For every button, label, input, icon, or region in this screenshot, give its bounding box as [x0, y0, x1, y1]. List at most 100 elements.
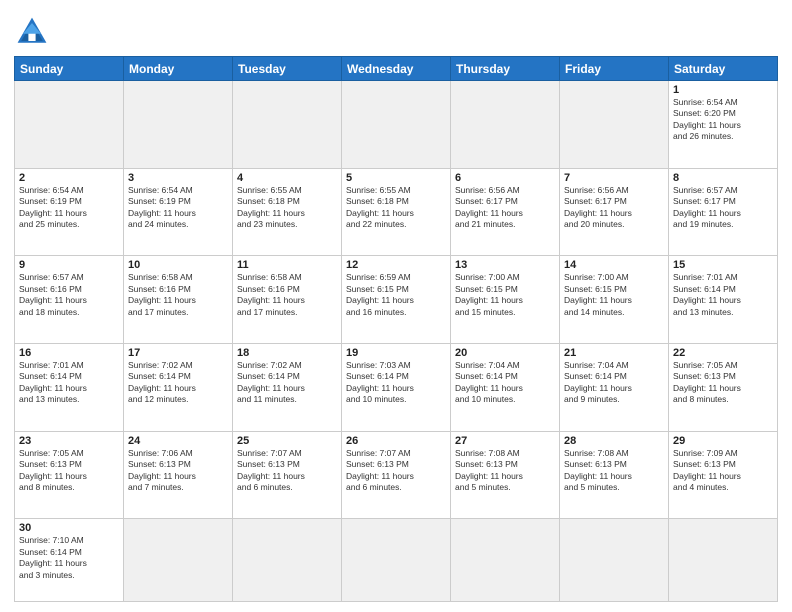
day-cell: [233, 519, 342, 602]
day-cell: 8Sunrise: 6:57 AMSunset: 6:17 PMDaylight…: [669, 168, 778, 256]
day-info: Sunrise: 7:06 AMSunset: 6:13 PMDaylight:…: [128, 448, 228, 494]
day-cell: [342, 81, 451, 169]
page: SundayMondayTuesdayWednesdayThursdayFrid…: [0, 0, 792, 612]
day-cell: 7Sunrise: 6:56 AMSunset: 6:17 PMDaylight…: [560, 168, 669, 256]
day-number: 18: [237, 347, 337, 359]
day-info: Sunrise: 6:57 AMSunset: 6:17 PMDaylight:…: [673, 185, 773, 231]
week-row-4: 16Sunrise: 7:01 AMSunset: 6:14 PMDayligh…: [15, 343, 778, 431]
weekday-wednesday: Wednesday: [342, 57, 451, 81]
day-number: 23: [19, 435, 119, 447]
day-number: 15: [673, 259, 773, 271]
week-row-3: 9Sunrise: 6:57 AMSunset: 6:16 PMDaylight…: [15, 256, 778, 344]
day-number: 5: [346, 172, 446, 184]
day-number: 2: [19, 172, 119, 184]
day-info: Sunrise: 7:05 AMSunset: 6:13 PMDaylight:…: [19, 448, 119, 494]
day-number: 14: [564, 259, 664, 271]
day-cell: 11Sunrise: 6:58 AMSunset: 6:16 PMDayligh…: [233, 256, 342, 344]
day-cell: 4Sunrise: 6:55 AMSunset: 6:18 PMDaylight…: [233, 168, 342, 256]
day-cell: [342, 519, 451, 602]
day-cell: 15Sunrise: 7:01 AMSunset: 6:14 PMDayligh…: [669, 256, 778, 344]
day-info: Sunrise: 6:56 AMSunset: 6:17 PMDaylight:…: [455, 185, 555, 231]
day-number: 24: [128, 435, 228, 447]
day-number: 10: [128, 259, 228, 271]
day-number: 29: [673, 435, 773, 447]
day-number: 8: [673, 172, 773, 184]
weekday-header-row: SundayMondayTuesdayWednesdayThursdayFrid…: [15, 57, 778, 81]
day-cell: [124, 81, 233, 169]
weekday-thursday: Thursday: [451, 57, 560, 81]
day-info: Sunrise: 7:07 AMSunset: 6:13 PMDaylight:…: [346, 448, 446, 494]
day-info: Sunrise: 6:58 AMSunset: 6:16 PMDaylight:…: [237, 272, 337, 318]
day-info: Sunrise: 6:55 AMSunset: 6:18 PMDaylight:…: [346, 185, 446, 231]
day-cell: 29Sunrise: 7:09 AMSunset: 6:13 PMDayligh…: [669, 431, 778, 519]
day-cell: 21Sunrise: 7:04 AMSunset: 6:14 PMDayligh…: [560, 343, 669, 431]
day-number: 9: [19, 259, 119, 271]
week-row-2: 2 Sunrise: 6:54 AMSunset: 6:19 PMDaylight…: [15, 168, 778, 256]
day-cell: [124, 519, 233, 602]
day-cell: 6Sunrise: 6:56 AMSunset: 6:17 PMDaylight…: [451, 168, 560, 256]
day-number: 1: [673, 84, 773, 96]
day-info: Sunrise: 7:09 AMSunset: 6:13 PMDaylight:…: [673, 448, 773, 494]
day-number: 3: [128, 172, 228, 184]
day-number: 26: [346, 435, 446, 447]
day-cell: 1Sunrise: 6:54 AMSunset: 6:20 PMDaylight…: [669, 81, 778, 169]
day-info: Sunrise: 7:02 AMSunset: 6:14 PMDaylight:…: [128, 360, 228, 406]
day-info: Sunrise: 6:57 AMSunset: 6:16 PMDaylight:…: [19, 272, 119, 318]
day-number: 25: [237, 435, 337, 447]
day-cell: 20Sunrise: 7:04 AMSunset: 6:14 PMDayligh…: [451, 343, 560, 431]
week-row-5: 23Sunrise: 7:05 AMSunset: 6:13 PMDayligh…: [15, 431, 778, 519]
day-cell: [560, 81, 669, 169]
day-number: 13: [455, 259, 555, 271]
day-number: 4: [237, 172, 337, 184]
day-number: 20: [455, 347, 555, 359]
day-cell: [451, 519, 560, 602]
day-info: Sunrise: 7:08 AMSunset: 6:13 PMDaylight:…: [564, 448, 664, 494]
logo: [14, 14, 52, 50]
day-cell: [560, 519, 669, 602]
day-cell: 30Sunrise: 7:10 AMSunset: 6:14 PMDayligh…: [15, 519, 124, 602]
day-number: 21: [564, 347, 664, 359]
day-info: Sunrise: 7:05 AMSunset: 6:13 PMDaylight:…: [673, 360, 773, 406]
day-info: Sunrise: 6:58 AMSunset: 6:16 PMDaylight:…: [128, 272, 228, 318]
day-number: 11: [237, 259, 337, 271]
day-info: Sunrise: 7:08 AMSunset: 6:13 PMDaylight:…: [455, 448, 555, 494]
day-cell: 14Sunrise: 7:00 AMSunset: 6:15 PMDayligh…: [560, 256, 669, 344]
calendar-table: SundayMondayTuesdayWednesdayThursdayFrid…: [14, 56, 778, 602]
day-cell: [15, 81, 124, 169]
day-cell: 27Sunrise: 7:08 AMSunset: 6:13 PMDayligh…: [451, 431, 560, 519]
day-cell: [233, 81, 342, 169]
day-cell: 5Sunrise: 6:55 AMSunset: 6:18 PMDaylight…: [342, 168, 451, 256]
weekday-friday: Friday: [560, 57, 669, 81]
day-cell: 16Sunrise: 7:01 AMSunset: 6:14 PMDayligh…: [15, 343, 124, 431]
day-cell: 28Sunrise: 7:08 AMSunset: 6:13 PMDayligh…: [560, 431, 669, 519]
logo-icon: [14, 14, 50, 50]
day-info: Sunrise: 7:00 AMSunset: 6:15 PMDaylight:…: [455, 272, 555, 318]
day-cell: 2Sunrise: 6:54 AMSunset: 6:19 PMDaylight…: [15, 168, 124, 256]
day-info: Sunrise: 7:00 AMSunset: 6:15 PMDaylight:…: [564, 272, 664, 318]
day-info: Sunrise: 7:02 AMSunset: 6:14 PMDaylight:…: [237, 360, 337, 406]
day-number: 22: [673, 347, 773, 359]
day-info: Sunrise: 6:54 AMSunset: 6:19 PMDaylight:…: [128, 185, 228, 231]
day-cell: 9Sunrise: 6:57 AMSunset: 6:16 PMDaylight…: [15, 256, 124, 344]
day-info: Sunrise: 7:01 AMSunset: 6:14 PMDaylight:…: [19, 360, 119, 406]
weekday-tuesday: Tuesday: [233, 57, 342, 81]
day-cell: 26Sunrise: 7:07 AMSunset: 6:13 PMDayligh…: [342, 431, 451, 519]
day-number: 16: [19, 347, 119, 359]
day-cell: 17Sunrise: 7:02 AMSunset: 6:14 PMDayligh…: [124, 343, 233, 431]
day-number: 7: [564, 172, 664, 184]
week-row-1: 1Sunrise: 6:54 AMSunset: 6:20 PMDaylight…: [15, 81, 778, 169]
day-cell: 24Sunrise: 7:06 AMSunset: 6:13 PMDayligh…: [124, 431, 233, 519]
day-info: Sunrise: 7:01 AMSunset: 6:14 PMDaylight:…: [673, 272, 773, 318]
day-info: Sunrise: 6:56 AMSunset: 6:17 PMDaylight:…: [564, 185, 664, 231]
day-cell: 19Sunrise: 7:03 AMSunset: 6:14 PMDayligh…: [342, 343, 451, 431]
day-cell: 25Sunrise: 7:07 AMSunset: 6:13 PMDayligh…: [233, 431, 342, 519]
day-info: Sunrise: 7:04 AMSunset: 6:14 PMDaylight:…: [564, 360, 664, 406]
weekday-sunday: Sunday: [15, 57, 124, 81]
day-info: Sunrise: 7:07 AMSunset: 6:13 PMDaylight:…: [237, 448, 337, 494]
day-number: 6: [455, 172, 555, 184]
day-cell: [451, 81, 560, 169]
day-info: Sunrise: 6:55 AMSunset: 6:18 PMDaylight:…: [237, 185, 337, 231]
day-number: 28: [564, 435, 664, 447]
day-cell: 18Sunrise: 7:02 AMSunset: 6:14 PMDayligh…: [233, 343, 342, 431]
day-info: Sunrise: 6:59 AMSunset: 6:15 PMDaylight:…: [346, 272, 446, 318]
